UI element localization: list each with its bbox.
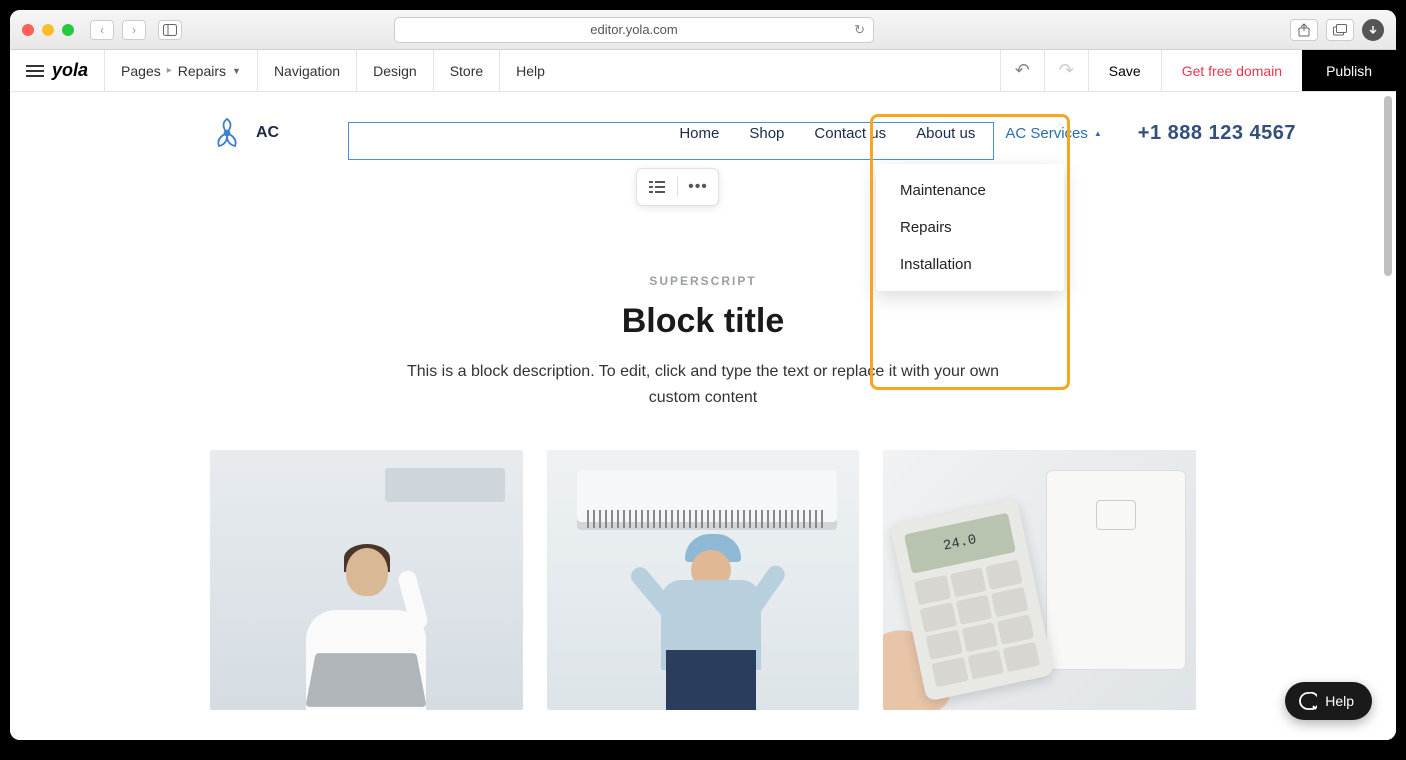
list-settings-button[interactable] [643, 175, 671, 199]
help-label: Help [1325, 693, 1354, 709]
card-3[interactable]: 24.0 [883, 450, 1196, 710]
url-bar[interactable]: editor.yola.com ↻ [394, 17, 874, 43]
fan-logo-icon [210, 116, 244, 150]
nav-services[interactable]: AC Services ▲ [1005, 125, 1101, 142]
dropdown-repairs[interactable]: Repairs [876, 209, 1064, 246]
yola-logo: yola [52, 60, 88, 81]
nav-about[interactable]: About us [916, 125, 975, 142]
tabs-button[interactable] [1326, 19, 1354, 41]
chevron-up-icon: ▲ [1094, 129, 1102, 138]
browser-chrome: ‹ › editor.yola.com ↻ [10, 10, 1396, 50]
content-block[interactable]: SUPERSCRIPT Block title This is a block … [10, 174, 1396, 410]
cards-row: 24.0 [10, 410, 1396, 710]
save-button[interactable]: Save [1088, 50, 1161, 91]
nav-shop[interactable]: Shop [749, 125, 784, 142]
refresh-icon[interactable]: ↻ [854, 22, 865, 38]
chat-icon [1299, 692, 1317, 710]
nav-home[interactable]: Home [679, 125, 719, 142]
dropdown-maintenance[interactable]: Maintenance [876, 172, 1064, 209]
tabs-icon [1333, 24, 1347, 36]
get-domain-button[interactable]: Get free domain [1161, 50, 1302, 91]
site-logo[interactable]: AC [210, 116, 279, 150]
current-page-label: Repairs [178, 63, 226, 79]
scrollbar[interactable] [1382, 92, 1394, 740]
menu-button[interactable]: yola [10, 50, 105, 91]
pages-label: Pages [121, 63, 161, 79]
more-icon: ••• [688, 178, 708, 196]
sidebar-icon [163, 24, 177, 36]
block-description[interactable]: This is a block description. To edit, cl… [383, 359, 1023, 410]
redo-button[interactable]: ↷ [1044, 50, 1088, 91]
design-tab[interactable]: Design [357, 50, 434, 91]
services-dropdown: Maintenance Repairs Installation [876, 164, 1064, 291]
chevron-down-icon: ▼ [232, 66, 241, 76]
logo-text: AC [256, 124, 279, 142]
browser-forward-button[interactable]: › [122, 20, 146, 40]
window-minimize-button[interactable] [42, 24, 54, 36]
undo-icon: ↶ [1015, 60, 1030, 81]
site-nav[interactable]: Home Shop Contact us About us AC Service… [679, 117, 1101, 150]
card-3-image: 24.0 [883, 450, 1196, 710]
block-title[interactable]: Block title [210, 302, 1196, 341]
store-tab[interactable]: Store [434, 50, 500, 91]
card-2[interactable] [547, 450, 860, 710]
help-tab[interactable]: Help [500, 50, 561, 91]
redo-icon: ↷ [1059, 60, 1074, 81]
downloads-button[interactable] [1362, 19, 1384, 41]
list-icon [649, 180, 665, 194]
browser-back-button[interactable]: ‹ [90, 20, 114, 40]
window-maximize-button[interactable] [62, 24, 74, 36]
site-header: AC Home Shop Contact us About us AC Serv… [10, 92, 1396, 174]
breadcrumb-separator-icon: ▸ [167, 65, 172, 76]
dropdown-installation[interactable]: Installation [876, 246, 1064, 283]
publish-button[interactable]: Publish [1302, 50, 1396, 91]
undo-button[interactable]: ↶ [1000, 50, 1044, 91]
hamburger-icon [26, 65, 44, 77]
editor-canvas: AC Home Shop Contact us About us AC Serv… [10, 92, 1396, 740]
pages-breadcrumb[interactable]: Pages ▸ Repairs ▼ [105, 50, 258, 91]
sidebar-toggle-button[interactable] [158, 20, 182, 40]
card-1-image [210, 450, 523, 710]
share-button[interactable] [1290, 19, 1318, 41]
more-options-button[interactable]: ••• [684, 175, 712, 199]
phone-number[interactable]: +1 888 123 4567 [1138, 122, 1296, 145]
help-chat-button[interactable]: Help [1285, 682, 1372, 720]
card-1[interactable] [210, 450, 523, 710]
share-icon [1298, 23, 1310, 37]
block-edit-toolbar: ••• [636, 168, 719, 206]
download-icon [1368, 25, 1378, 35]
nav-contact[interactable]: Contact us [814, 125, 886, 142]
url-text: editor.yola.com [590, 22, 677, 37]
window-close-button[interactable] [22, 24, 34, 36]
card-2-image [547, 450, 860, 710]
editor-toolbar: yola Pages ▸ Repairs ▼ Navigation Design… [10, 50, 1396, 92]
navigation-tab[interactable]: Navigation [258, 50, 357, 91]
